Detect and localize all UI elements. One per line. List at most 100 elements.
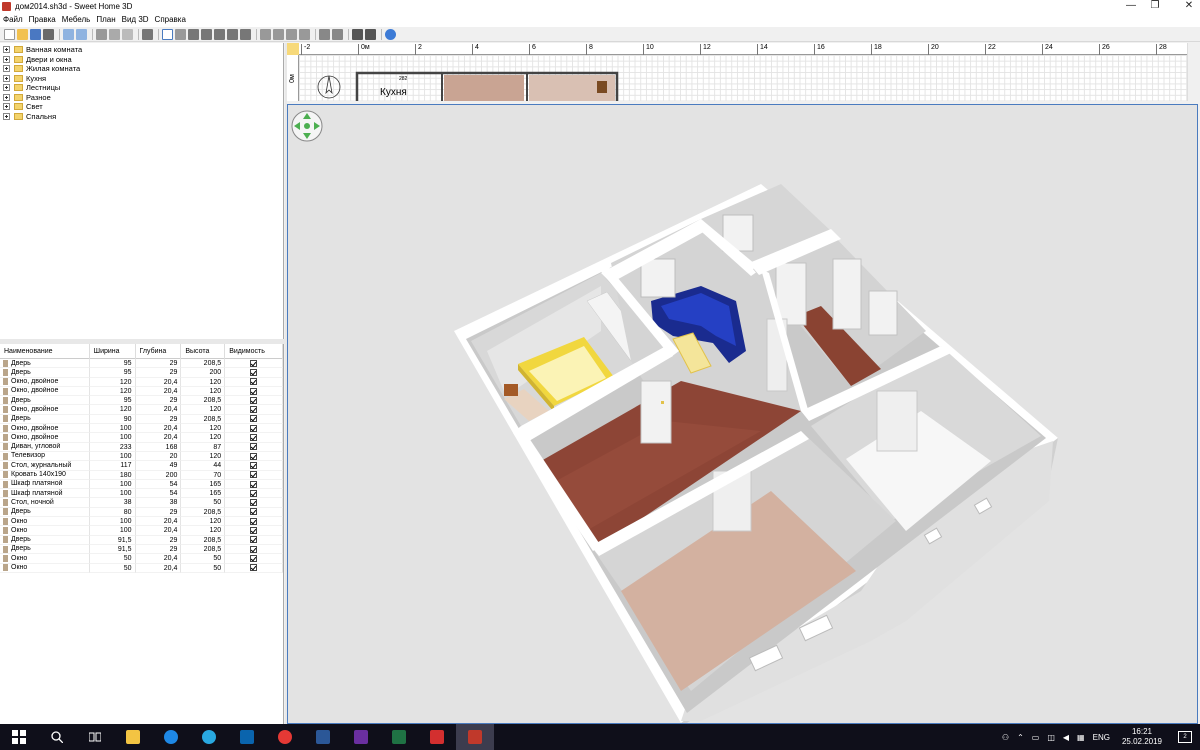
expand-icon[interactable] [3, 84, 10, 92]
photo-icon[interactable] [352, 28, 363, 40]
navigation-arrows-icon[interactable] [290, 109, 324, 143]
visible-checkbox[interactable] [250, 387, 258, 395]
expand-icon[interactable] [3, 103, 10, 111]
select-mode-icon[interactable] [162, 28, 173, 40]
visible-checkbox[interactable] [250, 452, 258, 460]
save-icon[interactable] [30, 28, 41, 40]
table-row[interactable]: Дверь 95 29 208,5 [0, 396, 283, 406]
plan-scrollbar[interactable] [1187, 43, 1200, 101]
help-icon[interactable] [385, 28, 396, 40]
menu-help[interactable]: Справка [152, 13, 189, 27]
excel-icon[interactable] [380, 724, 418, 750]
table-row[interactable]: Окно, двойное 120 20,4 120 [0, 377, 283, 387]
create-polylines-icon[interactable] [214, 28, 225, 40]
visible-checkbox[interactable] [250, 517, 258, 525]
table-row[interactable]: Окно, двойное 120 20,4 120 [0, 386, 283, 397]
create-walls-icon[interactable] [188, 28, 199, 40]
zoom-in-icon[interactable] [319, 28, 330, 40]
text-size-icon[interactable] [299, 28, 310, 40]
catalog-category[interactable]: Двери и окна [0, 55, 283, 65]
file-explorer-icon[interactable] [114, 724, 152, 750]
pan-mode-icon[interactable] [175, 28, 186, 40]
expand-icon[interactable] [3, 46, 10, 54]
table-row[interactable]: Стол, журнальный 117 49 44 [0, 461, 283, 471]
visible-checkbox[interactable] [250, 564, 258, 572]
column-header-name[interactable]: Наименование [0, 343, 90, 359]
create-rooms-icon[interactable] [201, 28, 212, 40]
volume-icon[interactable]: ◀ [1063, 733, 1069, 742]
column-header-height[interactable]: Высота [181, 343, 226, 359]
table-row[interactable]: Окно 100 20,4 120 [0, 526, 283, 536]
menu-plan[interactable]: План [93, 13, 118, 27]
copy-icon[interactable] [109, 28, 120, 40]
add-text-icon[interactable] [240, 28, 251, 40]
catalog-category[interactable]: Жилая комната [0, 64, 283, 74]
visible-checkbox[interactable] [250, 536, 258, 544]
visible-checkbox[interactable] [250, 415, 258, 423]
outlook-icon[interactable] [228, 724, 266, 750]
3d-view[interactable] [287, 104, 1198, 724]
table-row[interactable]: Окно, двойное 100 20,4 120 [0, 424, 283, 434]
expand-icon[interactable] [3, 112, 10, 120]
catalog-category[interactable]: Спальня [0, 112, 283, 122]
table-row[interactable]: Окно, двойное 100 20,4 120 [0, 433, 283, 443]
menu-furniture[interactable]: Мебель [59, 13, 94, 27]
catalog-category[interactable]: Ванная комната [0, 45, 283, 55]
paste-icon[interactable] [122, 28, 133, 40]
table-row[interactable]: Стол, ночной 38 38 50 [0, 498, 283, 508]
visible-checkbox[interactable] [250, 461, 258, 469]
expand-icon[interactable] [3, 74, 10, 82]
visible-checkbox[interactable] [250, 545, 258, 553]
expand-icon[interactable] [3, 55, 10, 63]
visible-checkbox[interactable] [250, 359, 258, 367]
table-row[interactable]: Окно 50 20,4 50 [0, 563, 283, 573]
tray-chevron-icon[interactable]: ⌃ [1017, 733, 1024, 742]
language-indicator[interactable]: ENG [1093, 733, 1110, 742]
add-furniture-icon[interactable] [142, 28, 153, 40]
catalog-category[interactable]: Разное [0, 93, 283, 103]
people-icon[interactable]: ⚇ [1002, 733, 1009, 742]
task-view-icon[interactable] [76, 724, 114, 750]
visible-checkbox[interactable] [250, 424, 258, 432]
table-row[interactable]: Дверь 90 29 208,5 [0, 414, 283, 425]
visible-checkbox[interactable] [250, 480, 258, 488]
new-icon[interactable] [4, 28, 15, 40]
table-row[interactable]: Дверь 80 29 208,5 [0, 507, 283, 518]
start-button[interactable] [0, 724, 38, 750]
menu-3d-view[interactable]: Вид 3D [119, 13, 152, 27]
text-style-icon[interactable] [260, 28, 271, 40]
table-row[interactable]: Окно, двойное 120 20,4 120 [0, 405, 283, 415]
cut-icon[interactable] [96, 28, 107, 40]
undo-icon[interactable] [63, 28, 74, 40]
preferences-icon[interactable] [43, 28, 54, 40]
app-icon[interactable] [342, 724, 380, 750]
catalog-category[interactable]: Кухня [0, 74, 283, 84]
visible-checkbox[interactable] [250, 499, 258, 507]
table-row[interactable]: Дверь 91,5 29 208,5 [0, 544, 283, 555]
table-row[interactable]: Окно 100 20,4 120 [0, 517, 283, 527]
notifications-icon[interactable]: 2 [1178, 731, 1192, 743]
expand-icon[interactable] [3, 93, 10, 101]
network-icon[interactable]: ◫ [1047, 733, 1055, 742]
menu-file[interactable]: Файл [0, 13, 26, 27]
table-row[interactable]: Кровать 140x190 180 200 70 [0, 470, 283, 480]
table-row[interactable]: Дверь 95 29 200 [0, 368, 283, 378]
catalog-category[interactable]: Лестницы [0, 83, 283, 93]
close-button[interactable]: ✕ [1166, 0, 1200, 13]
edge-icon[interactable] [152, 724, 190, 750]
column-header-width[interactable]: Ширина [90, 343, 136, 359]
plan-view[interactable]: -2 0м 2 4 6 8 10 12 14 16 18 20 22 24 26 28 0м 282 Кухн… [287, 43, 1187, 101]
visible-checkbox[interactable] [250, 526, 258, 534]
search-icon[interactable] [38, 724, 76, 750]
column-header-depth[interactable]: Глубина [136, 343, 182, 359]
catalog-category[interactable]: Свет [0, 102, 283, 112]
table-row[interactable]: Дверь 95 29 208,5 [0, 359, 283, 369]
table-row[interactable]: Телевизор 100 20 120 [0, 451, 283, 462]
visible-checkbox[interactable] [250, 489, 258, 497]
visible-checkbox[interactable] [250, 471, 258, 479]
visible-checkbox[interactable] [250, 406, 258, 414]
table-row[interactable]: Шкаф платяной 100 54 165 [0, 479, 283, 490]
skype-icon[interactable] [190, 724, 228, 750]
table-row[interactable]: Окно 50 20,4 50 [0, 554, 283, 564]
word-icon[interactable] [304, 724, 342, 750]
